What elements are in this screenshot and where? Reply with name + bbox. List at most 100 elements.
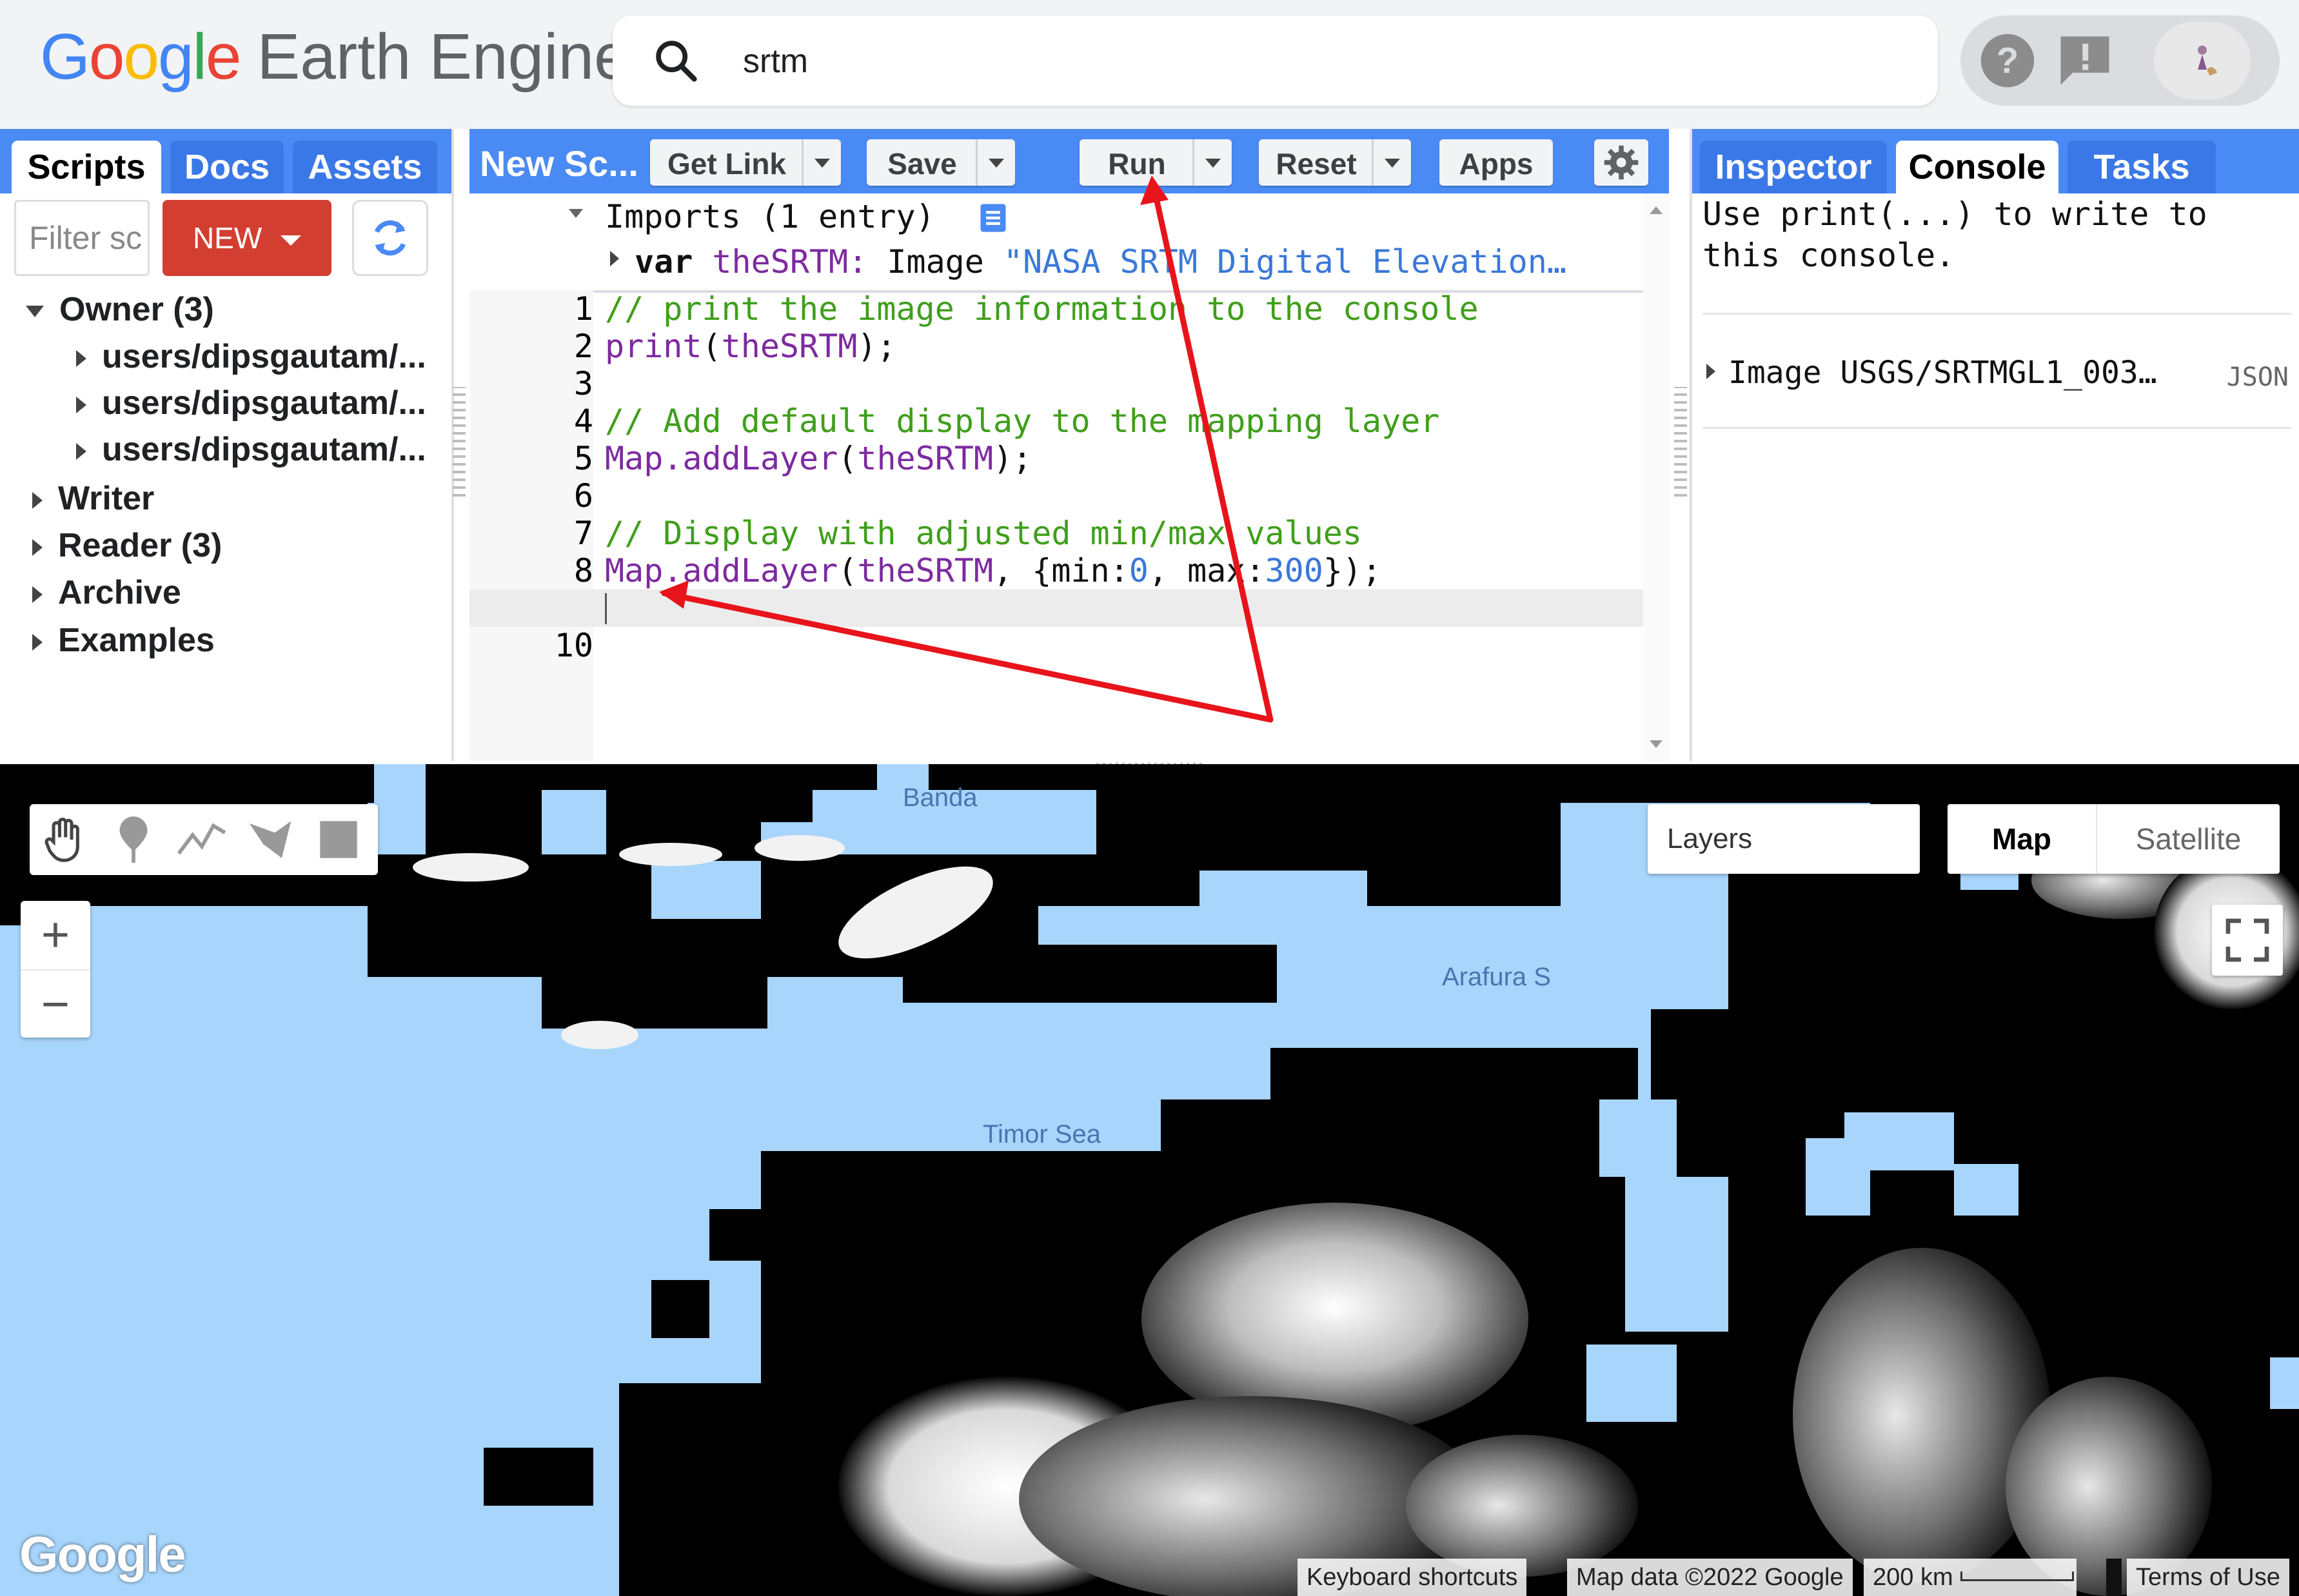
tab-console[interactable]: Console xyxy=(1896,141,2058,193)
map-view[interactable]: Banda Arafura S Timor Sea + − Layers Map… xyxy=(0,764,2299,1596)
right-tabstrip: Inspector Console Tasks xyxy=(1692,129,2299,193)
map-type-satellite-button[interactable]: Satellite xyxy=(2097,804,2280,874)
refresh-icon xyxy=(374,220,406,256)
caret-right-icon xyxy=(76,350,86,368)
polygon-draw-icon[interactable] xyxy=(242,812,298,867)
tree-writer[interactable]: Writer xyxy=(32,476,154,521)
map-data-attribution: Map data ©2022 Google xyxy=(1567,1559,1853,1596)
new-button[interactable]: NEW xyxy=(163,200,331,276)
pan-hand-icon[interactable] xyxy=(37,812,93,867)
json-link[interactable]: JSON xyxy=(2227,362,2289,392)
chevron-down-icon[interactable] xyxy=(1372,139,1411,186)
caret-down-icon[interactable] xyxy=(569,209,583,218)
reset-button[interactable]: Reset xyxy=(1259,139,1411,186)
caret-down-icon xyxy=(26,306,44,318)
keyboard-shortcuts-link[interactable]: Keyboard shortcuts xyxy=(1298,1559,1527,1596)
line-number: 6 xyxy=(573,477,593,515)
feedback-icon[interactable] xyxy=(2056,32,2114,90)
label-banda: Banda xyxy=(903,783,978,812)
report-marker xyxy=(2106,1559,2122,1596)
imports-header[interactable]: Imports (1 entry) xyxy=(605,196,935,237)
script-title[interactable]: New Sc... xyxy=(480,129,638,193)
scale-bar[interactable]: 200 km xyxy=(1864,1559,2077,1596)
search-input[interactable] xyxy=(742,28,1840,94)
caret-right-icon[interactable] xyxy=(610,251,619,266)
help-icon[interactable]: ? xyxy=(1978,32,2037,90)
terms-of-use-link[interactable]: Terms of Use xyxy=(2127,1559,2289,1596)
line-draw-icon[interactable] xyxy=(174,812,230,867)
tree-repo-b[interactable]: users/dipsgautam/... xyxy=(76,380,426,426)
caret-right-icon[interactable] xyxy=(1706,364,1715,379)
tab-tasks[interactable]: Tasks xyxy=(2067,141,2216,193)
code-line-4[interactable]: // Add default display to the mapping la… xyxy=(605,402,1439,440)
caret-right-icon xyxy=(32,492,43,509)
line-number: 2 xyxy=(573,328,593,365)
run-button[interactable]: Run xyxy=(1080,139,1232,186)
rectangle-draw-icon[interactable] xyxy=(311,812,366,867)
get-link-button[interactable]: Get Link xyxy=(650,139,841,186)
code-line-7[interactable]: // Display with adjusted min/max values xyxy=(605,515,1362,552)
map-type-map-button[interactable]: Map xyxy=(1948,804,2097,874)
elevation-layer xyxy=(0,764,2299,1596)
tree-reader[interactable]: Reader (3) xyxy=(32,523,222,568)
line-number: 3 xyxy=(573,365,593,402)
left-tabstrip: Scripts Docs Assets xyxy=(0,129,451,193)
imports-doc-icon[interactable] xyxy=(976,201,1010,235)
tree-repo-c[interactable]: users/dipsgautam/... xyxy=(76,427,426,472)
line-number-gutter: 1 2 3 4 5 6 7 8 9 10 xyxy=(469,290,593,761)
code-line-1[interactable]: // print the image information to the co… xyxy=(605,290,1479,328)
editor-toolbar: New Sc... Get Link Save Run Reset Apps xyxy=(469,129,1669,193)
code-line-8[interactable]: Map.addLayer(theSRTM, {min:0, max:300}); xyxy=(605,552,1381,589)
chevron-down-icon[interactable] xyxy=(976,139,1015,186)
line-number: 1 xyxy=(573,290,593,328)
logo-letter: l xyxy=(192,21,207,93)
apps-button[interactable]: Apps xyxy=(1439,139,1553,186)
save-button[interactable]: Save xyxy=(867,139,1015,186)
imports-section: Imports (1 entry) var theSRTM: Image "NA… xyxy=(469,193,1643,293)
chevron-down-icon[interactable] xyxy=(802,139,841,186)
left-splitter-handle[interactable] xyxy=(453,387,466,497)
logo-letter: g xyxy=(158,21,194,93)
code-line-5[interactable]: Map.addLayer(theSRTM); xyxy=(605,440,1032,477)
refresh-button[interactable] xyxy=(352,200,428,276)
chevron-down-icon[interactable] xyxy=(1192,139,1232,186)
svg-text:?: ? xyxy=(1997,40,2018,81)
divider xyxy=(1702,427,2291,429)
product-name: Earth Engine xyxy=(257,21,630,93)
line-number: 5 xyxy=(573,440,593,477)
new-label: NEW xyxy=(192,221,262,255)
caret-right-icon xyxy=(76,443,86,460)
label-arafura: Arafura S xyxy=(1442,963,1551,991)
marker-pin-icon[interactable] xyxy=(106,812,161,867)
tab-docs[interactable]: Docs xyxy=(170,141,284,193)
tree-owner[interactable]: Owner (3) xyxy=(26,287,214,332)
right-splitter-handle[interactable] xyxy=(1674,387,1687,497)
layers-menu[interactable]: Layers xyxy=(1648,804,1920,874)
console-output-entry[interactable]: Image USGS/SRTMGL1_003… xyxy=(1728,355,2157,391)
scripts-panel: Scripts Docs Assets NEW Owner (3) users/… xyxy=(0,129,454,761)
console-panel: Inspector Console Tasks Use print(...) t… xyxy=(1690,129,2299,761)
search-bar[interactable] xyxy=(613,15,1938,106)
avatar[interactable] xyxy=(2154,22,2251,99)
gear-icon xyxy=(1604,145,1639,180)
code-line-2[interactable]: print(theSRTM); xyxy=(605,328,896,365)
tree-examples[interactable]: Examples xyxy=(32,618,215,663)
caret-right-icon xyxy=(32,539,43,557)
import-var-line[interactable]: var theSRTM: Image "NASA SRTM Digital El… xyxy=(635,241,1628,282)
earth-engine-logo[interactable]: Google Earth Engine xyxy=(40,18,630,95)
zoom-in-button[interactable]: + xyxy=(21,901,90,969)
fullscreen-button[interactable] xyxy=(2212,905,2283,976)
text-cursor xyxy=(605,593,607,624)
console-hint: Use print(...) to write to this console. xyxy=(1702,195,2207,274)
tree-repo-a[interactable]: users/dipsgautam/... xyxy=(76,334,426,379)
zoom-out-button[interactable]: − xyxy=(21,969,90,1039)
tree-archive[interactable]: Archive xyxy=(32,570,181,615)
current-line-highlight xyxy=(469,589,1643,627)
tab-scripts[interactable]: Scripts xyxy=(12,141,161,193)
settings-button[interactable] xyxy=(1594,139,1648,186)
tab-assets[interactable]: Assets xyxy=(293,141,437,193)
google-logo-text: Google xyxy=(40,21,242,93)
tab-inspector[interactable]: Inspector xyxy=(1700,141,1887,193)
filter-scripts-input[interactable] xyxy=(14,200,150,276)
editor-scrollbar[interactable] xyxy=(1643,193,1669,761)
